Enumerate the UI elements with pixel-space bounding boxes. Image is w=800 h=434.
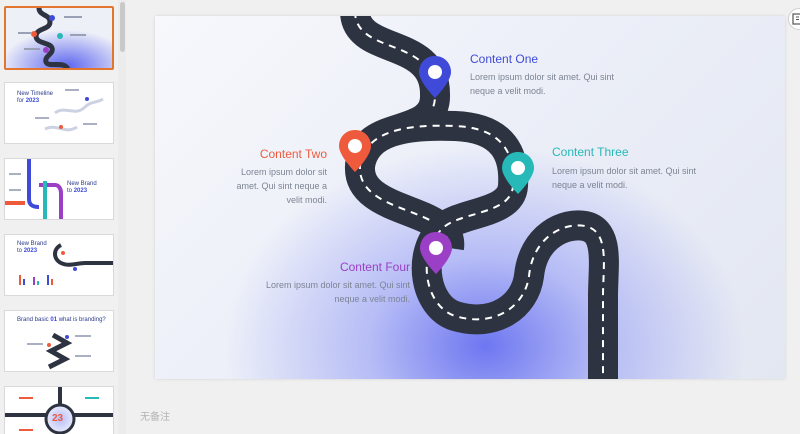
slide-thumbnail-1[interactable] xyxy=(4,6,114,70)
slide-thumbnail-3[interactable]: New Brand to 2023 xyxy=(4,158,114,220)
content-one-title: Content One xyxy=(470,52,539,66)
thumb-6-badge: 23 xyxy=(52,413,64,424)
slide-thumbnail-panel: New Timeline for 2023 New Brand to 2023 xyxy=(0,0,128,434)
content-two-body: Lorem ipsum dolor sit amet. Qui sint neq… xyxy=(236,167,327,205)
thumb-3-subtitle: to xyxy=(67,188,73,194)
thumbnail-scrollbar-thumb[interactable] xyxy=(120,2,125,52)
slide-thumbnail-4[interactable]: New Brand to 2023 xyxy=(4,234,114,296)
thumb-2-road-icon xyxy=(35,89,104,132)
thumb-3-title: New Brand xyxy=(67,181,97,187)
thumb-5-road-icon xyxy=(27,332,91,370)
thumb-3-year: 2023 xyxy=(73,188,88,194)
thumb-3-road-icon xyxy=(5,159,63,219)
content-three-title: Content Three xyxy=(552,145,629,159)
slide-thumbnail-5[interactable]: Brand basic 01 what is branding? xyxy=(4,310,114,372)
content-three-body: Lorem ipsum dolor sit amet. Qui sint neq… xyxy=(552,166,697,190)
content-four-title: Content Four xyxy=(339,260,410,274)
slide-thumbnail-2[interactable]: New Timeline for 2023 xyxy=(4,82,114,144)
content-two-title: Content Two xyxy=(259,147,327,161)
panel-toggle-icon xyxy=(792,13,800,25)
content-one-body: Lorem ipsum dolor sit amet. Qui sint neq… xyxy=(470,72,615,96)
slide-canvas[interactable]: Content One Lorem ipsum dolor sit amet. … xyxy=(155,16,785,379)
thumb-1-preview xyxy=(6,8,112,68)
content-four-body: Lorem ipsum dolor sit amet. Qui sint neq… xyxy=(265,280,410,304)
thumb-6-road-icon xyxy=(5,387,113,434)
thumb-4-road-icon xyxy=(19,243,113,285)
notes-placeholder[interactable]: 无备注 xyxy=(140,408,170,423)
thumbnail-scrollbar-track[interactable] xyxy=(118,0,126,434)
slide-thumbnail-6[interactable]: 23 xyxy=(4,386,114,434)
